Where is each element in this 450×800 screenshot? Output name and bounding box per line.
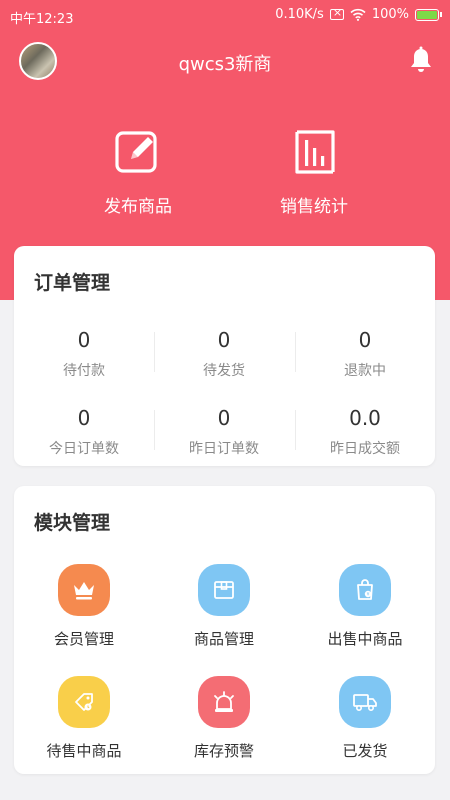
module-label: 库存预警 bbox=[193, 742, 254, 760]
module-product-management[interactable]: 商品管理 bbox=[154, 564, 294, 649]
stat-value: 0 bbox=[77, 406, 91, 430]
module-shipped[interactable]: 已发货 bbox=[295, 676, 435, 761]
module-label: 会员管理 bbox=[53, 630, 114, 648]
battery-percent: 100% bbox=[371, 7, 409, 22]
stat-value: 0 bbox=[77, 328, 91, 352]
module-member-management[interactable]: 会员管理 bbox=[14, 564, 154, 649]
stat-label: 待发货 bbox=[203, 363, 245, 379]
box-icon bbox=[198, 564, 250, 616]
stat-today-orders[interactable]: 0 今日订单数 bbox=[14, 406, 154, 458]
stat-label: 退款中 bbox=[344, 363, 386, 379]
sim-icon bbox=[329, 6, 344, 20]
svg-text:¥: ¥ bbox=[367, 592, 370, 598]
tag-icon bbox=[58, 676, 110, 728]
stat-value: 0 bbox=[217, 328, 231, 352]
module-stock-alert[interactable]: 库存预警 bbox=[154, 676, 294, 761]
stat-yesterday-orders[interactable]: 0 昨日订单数 bbox=[154, 406, 294, 458]
stat-value: 0.0 bbox=[349, 406, 381, 430]
publish-product-label: 发布商品 bbox=[104, 197, 172, 217]
bell-icon[interactable] bbox=[408, 46, 434, 74]
crown-icon bbox=[58, 564, 110, 616]
stat-label: 昨日成交额 bbox=[330, 441, 400, 457]
sales-stats-button[interactable]: 销售统计 bbox=[244, 128, 384, 217]
module-pending-sale-products[interactable]: 待售中商品 bbox=[14, 676, 154, 761]
order-management-card: 订单管理 0 待付款 0 待发货 0 退款中 0 今日订单数 0 昨日订单数 0… bbox=[14, 246, 435, 466]
stat-value: 0 bbox=[358, 328, 372, 352]
stat-label: 待付款 bbox=[63, 363, 105, 379]
module-label: 出售中商品 bbox=[327, 630, 403, 648]
module-management-card: 模块管理 会员管理 商品管理 ¥ 出售中商品 待售中商品 库存预警 已发货 bbox=[14, 486, 435, 774]
stat-pending-shipment[interactable]: 0 待发货 bbox=[154, 328, 294, 380]
shop-name: qwcs3新商 bbox=[178, 54, 272, 75]
module-management-title: 模块管理 bbox=[34, 512, 111, 534]
wifi-icon bbox=[350, 8, 366, 21]
order-management-title: 订单管理 bbox=[34, 272, 111, 294]
stat-pending-payment[interactable]: 0 待付款 bbox=[14, 328, 154, 380]
publish-product-button[interactable]: 发布商品 bbox=[68, 128, 208, 217]
sales-stats-label: 销售统计 bbox=[280, 197, 348, 217]
stat-label: 今日订单数 bbox=[49, 441, 119, 457]
network-speed: 0.10K/s bbox=[275, 7, 324, 22]
truck-icon bbox=[339, 676, 391, 728]
stat-refunding[interactable]: 0 退款中 bbox=[295, 328, 435, 380]
module-on-sale-products[interactable]: ¥ 出售中商品 bbox=[295, 564, 435, 649]
stat-label: 昨日订单数 bbox=[189, 441, 259, 457]
status-time: 中午12:23 bbox=[10, 12, 74, 27]
module-label: 待售中商品 bbox=[46, 742, 122, 760]
bar-chart-icon bbox=[295, 130, 335, 174]
alarm-icon bbox=[198, 676, 250, 728]
stat-yesterday-revenue[interactable]: 0.0 昨日成交额 bbox=[295, 406, 435, 458]
edit-icon bbox=[115, 131, 157, 173]
battery-icon bbox=[415, 8, 442, 21]
shopping-bag-icon: ¥ bbox=[339, 564, 391, 616]
module-label: 已发货 bbox=[342, 742, 388, 760]
module-label: 商品管理 bbox=[193, 630, 254, 648]
status-bar: 中午12:23 0.10K/s 100% bbox=[0, 0, 450, 30]
stat-value: 0 bbox=[217, 406, 231, 430]
